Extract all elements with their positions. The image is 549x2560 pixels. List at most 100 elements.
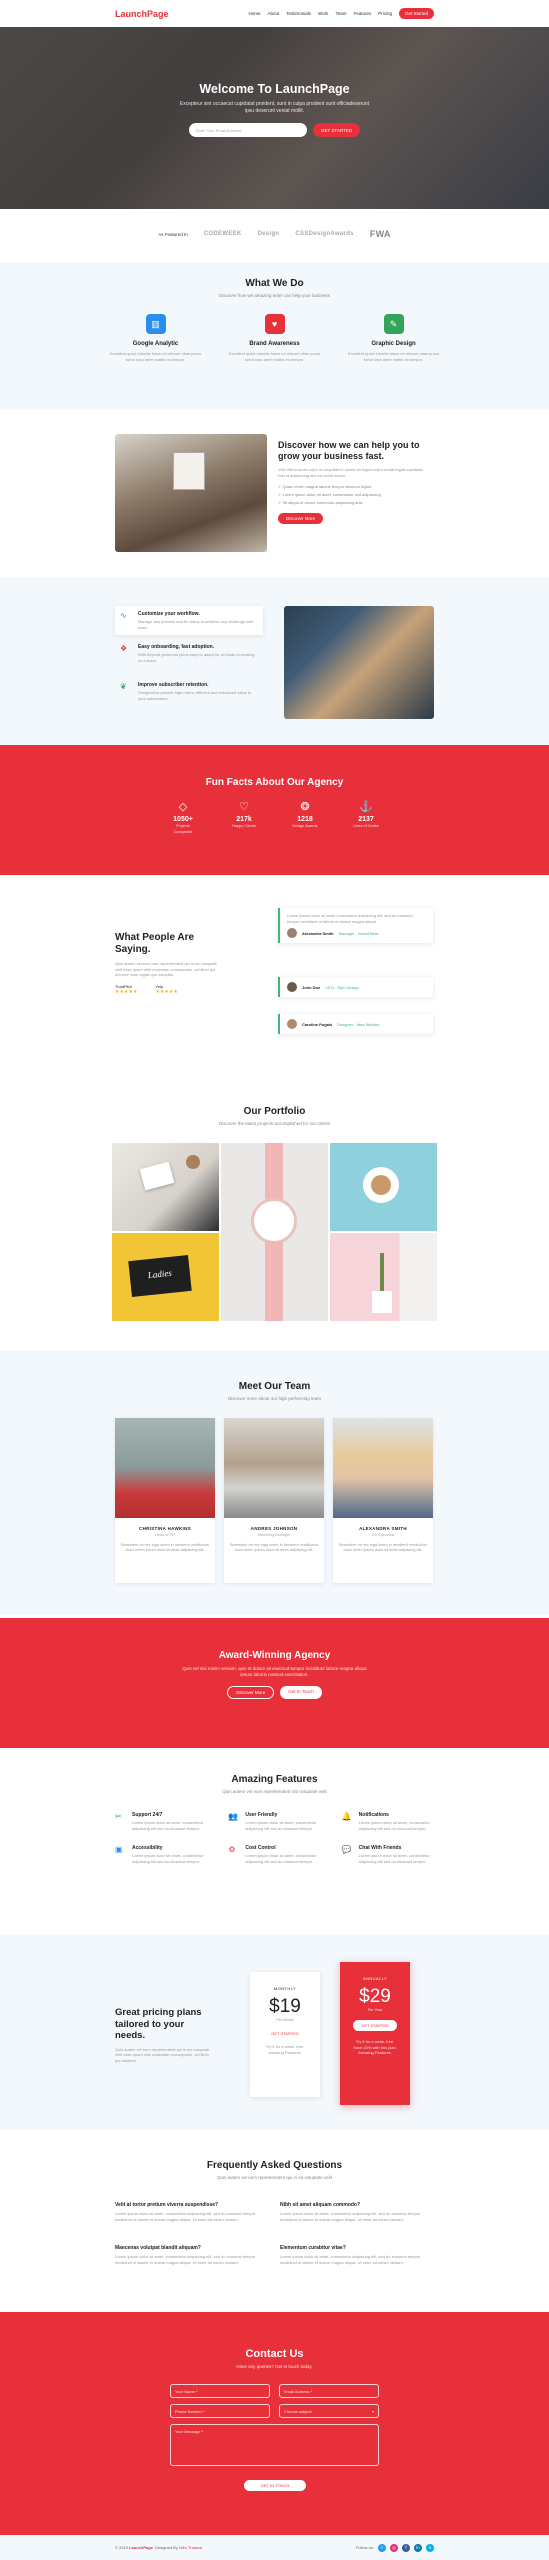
award-icon: ❂ xyxy=(300,801,310,813)
design-logo: Design xyxy=(257,231,280,237)
twitter-icon[interactable]: t xyxy=(378,2543,386,2552)
subject-select[interactable]: Choose subject ▾ xyxy=(279,2404,379,2418)
plan-button[interactable]: GET STARTED xyxy=(250,2031,320,2036)
cubes-icon: ❖ xyxy=(120,644,128,653)
service-title: Graphic Design xyxy=(371,341,416,347)
discover-text: Velit officia amet culpa id voluptate in… xyxy=(278,467,424,478)
avatar xyxy=(287,928,297,938)
email-field[interactable]: Email Address * xyxy=(279,2384,379,2398)
facebook-icon[interactable]: f xyxy=(402,2543,410,2552)
service-text: Excellent quick lobortis fusce mi relicu… xyxy=(109,351,202,362)
nav-home[interactable]: Home xyxy=(248,11,260,16)
award-section: Award-Winning Agency Quis vel nisi minim… xyxy=(0,1618,549,1748)
testimonial-card: Lorem ipsum dolor sit amet consectetur a… xyxy=(278,908,433,943)
feature-text: Lorem ipsum dolor sit amet, consectetur … xyxy=(358,1820,430,1831)
feature-text: Lorem ipsum dolor sit amet, consectetur … xyxy=(245,1853,317,1864)
plan-label: ANNUALLY xyxy=(362,1976,388,1981)
get-started-button[interactable]: Get Started xyxy=(398,8,434,19)
team-section: Meet Our Team Discover more about our hi… xyxy=(0,1350,549,1615)
portfolio-item[interactable] xyxy=(112,1143,219,1231)
message-field[interactable]: Your Message * xyxy=(170,2424,379,2466)
discover-more-button[interactable]: Discover More xyxy=(278,513,324,524)
linkedin-icon[interactable]: in xyxy=(414,2543,422,2552)
benefit-text: Designed to provide high return, efficie… xyxy=(138,690,252,701)
member-name: ANDRES JOHNSON xyxy=(250,1526,298,1531)
gift-icon: ▣ xyxy=(115,1845,123,1854)
get-in-touch-button[interactable]: GET IN TOUCH xyxy=(244,2480,306,2491)
pricing-card-annually: ANNUALLY $29 Per Year GET STARTED Try it… xyxy=(340,1962,410,2105)
service-card: ♥ Brand Awareness Excellent quick lobort… xyxy=(227,314,322,362)
faq-question: Elementum curabitur vitae? xyxy=(280,2245,346,2251)
site-footer: © 2019 LaunchPage. Designed By Niko Thak… xyxy=(0,2535,549,2560)
rating-yelp: Yelp ★★★★★ xyxy=(155,983,178,995)
team-meeting-image xyxy=(115,434,267,552)
nav-work[interactable]: Work xyxy=(318,11,328,16)
plan-price: $29 xyxy=(359,1986,391,2007)
skype-icon[interactable]: s xyxy=(426,2543,434,2552)
heart-icon: ♥ xyxy=(264,314,285,334)
nav-team[interactable]: Team xyxy=(335,11,346,16)
benefit-title: Customize your workflow. xyxy=(138,611,200,617)
fwa-logo: FWA xyxy=(369,229,391,239)
feature-title: Notifications xyxy=(358,1812,389,1818)
nav-about[interactable]: About xyxy=(267,11,279,16)
featured-label: As Featured In xyxy=(158,231,188,237)
plan-period: Per Month xyxy=(276,2018,294,2022)
tools-icon: ✂ xyxy=(115,1812,122,1821)
fun-facts-section: Fun Facts About Our Agency ◇ 1050+ Project… xyxy=(0,745,549,875)
team-member-card: ANDRES JOHNSON Marketing Manager Bernedi… xyxy=(224,1418,324,1583)
member-photo xyxy=(115,1418,215,1518)
portfolio-item[interactable] xyxy=(330,1143,437,1231)
faq-item[interactable]: Nibh sit amet aliquam commodo? Lorem ipsu… xyxy=(280,2202,430,2222)
faq-item[interactable]: Velit at tortor pretium viverra suspendi… xyxy=(115,2202,265,2222)
service-card: ✎ Graphic Design Excellent quick loborti… xyxy=(346,314,441,362)
member-bio: Bernedine mi nec fuga lorem in hendrerit… xyxy=(230,1543,318,1552)
faq-title: Frequently Asked Questions xyxy=(206,2160,343,2171)
logo[interactable]: LaunchPage xyxy=(115,9,169,19)
benefit-text: With beyond generous plans easy to adapt… xyxy=(138,652,255,663)
pricing-text: Quis autem vel eum reprehenderit qui in … xyxy=(115,2046,210,2063)
testimonials-section: What People Are Saying. Quis autem vel e… xyxy=(0,875,549,1080)
plan-label: MONTHLY xyxy=(273,1986,297,1991)
plan-button[interactable]: GET STARTED xyxy=(353,2020,397,2031)
nav-pricing[interactable]: Pricing xyxy=(378,11,392,16)
benefit-title: Easy onboarding, fast adoption. xyxy=(138,644,215,650)
follow-label: Follow us: xyxy=(355,2545,374,2550)
cssdesignawards-logo: CSSDesignAwards xyxy=(295,231,354,237)
testimonials-title: What People Are Saying. xyxy=(115,932,195,955)
portfolio-subtitle: Discover the latest projects accomplishe… xyxy=(218,1121,331,1126)
chat-icon: 💬 xyxy=(341,1845,352,1854)
email-input[interactable]: Enter Your Email Address xyxy=(188,123,307,137)
dribbble-icon[interactable]: ◎ xyxy=(390,2543,398,2552)
rating-trustpilot: TrustPilot ★★★★★ xyxy=(115,983,138,995)
feature-title: Accessibility xyxy=(132,1845,163,1851)
get-in-touch-button[interactable]: Get In Touch xyxy=(280,1686,322,1699)
faq-item[interactable]: Maecenas volutpat blandit aliquam? Lorem … xyxy=(115,2245,265,2265)
author-link[interactable]: Niko Thakwa xyxy=(179,2545,202,2550)
nav-testimonials[interactable]: Testimonials xyxy=(286,11,311,16)
portfolio-item[interactable]: Ladies xyxy=(112,1233,219,1321)
what-we-do-section: What We Do Discover how we amazing team … xyxy=(0,262,549,409)
name-field[interactable]: Your Name * xyxy=(170,2384,270,2398)
portfolio-item[interactable] xyxy=(330,1233,437,1321)
nav-features[interactable]: Features xyxy=(353,11,371,16)
stat-item: ❂ 1218 Design Awards xyxy=(289,800,321,835)
feature-text: Lorem ipsum dolor sit amet, consectetur … xyxy=(358,1853,430,1864)
feature-item: ✂ Support 24/7 Lorem ipsum dolor sit amet,… xyxy=(115,1812,208,1831)
feature-item: 💬 Chat With Friends Lorem ipsum dolor sit … xyxy=(342,1845,435,1864)
portfolio-section: Our Portfolio Discover the latest projec… xyxy=(0,1080,549,1350)
hero-get-started-button[interactable]: GET STARTED xyxy=(312,123,360,137)
faq-question: Maecenas volutpat blandit aliquam? xyxy=(115,2245,201,2251)
faq-item[interactable]: Elementum curabitur vitae? Lorem ipsum do… xyxy=(280,2245,430,2265)
portfolio-item[interactable] xyxy=(221,1143,328,1321)
site-header: LaunchPage Home About Testimonials Work … xyxy=(0,0,549,27)
main-nav: Home About Testimonials Work Team Featur… xyxy=(248,8,434,19)
featured-in-bar: As Featured In CODEWEEK Design CSSDesign… xyxy=(0,209,549,259)
phone-field[interactable]: Phone Number * xyxy=(170,2404,270,2418)
faq-section: Frequently Asked Questions Quis autem ve… xyxy=(0,2130,549,2312)
stat-value: 217k xyxy=(236,816,252,823)
stat-label: Lines of Codes xyxy=(353,824,379,828)
stars-icon: ★★★★★ xyxy=(155,988,178,995)
contact-title: Contact Us xyxy=(245,2348,304,2360)
discover-more-button[interactable]: Discover More xyxy=(227,1686,275,1699)
